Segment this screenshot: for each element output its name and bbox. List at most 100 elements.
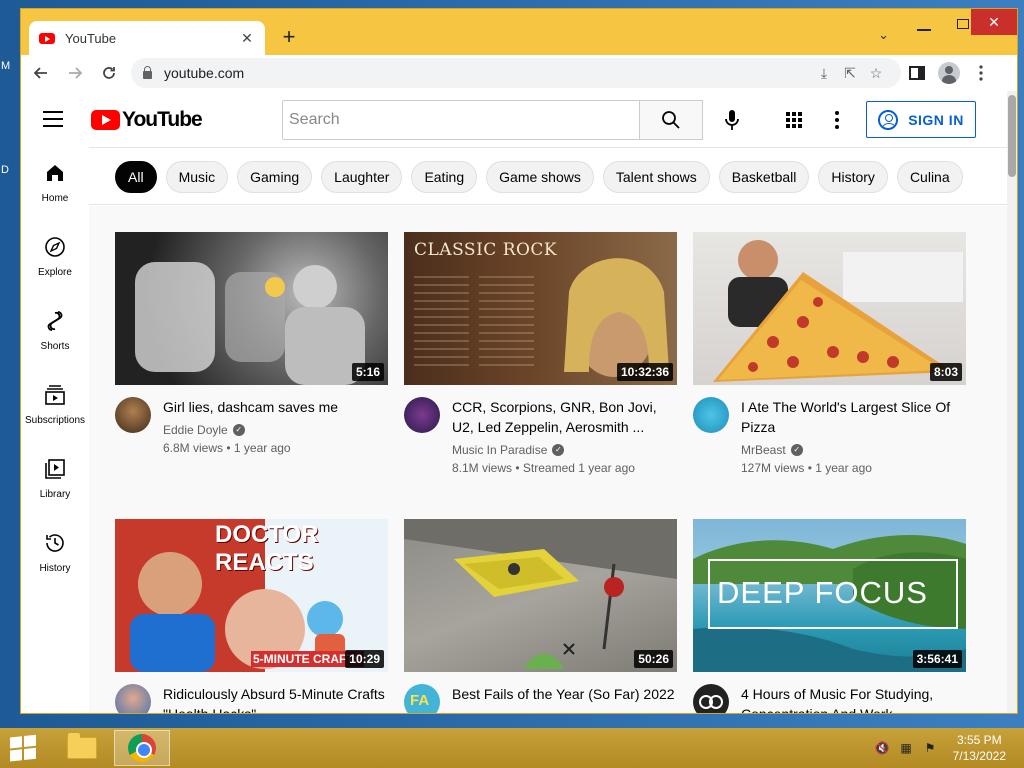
back-button[interactable]: [27, 59, 55, 87]
bookmark-star-icon[interactable]: ☆: [863, 65, 889, 82]
video-title[interactable]: Best Fails of the Year (So Far) 2022: [452, 684, 677, 704]
desktop-icon-fragment: D: [1, 164, 9, 176]
sign-in-button[interactable]: SIGN IN: [866, 101, 976, 138]
video-thumbnail[interactable]: 8:03: [693, 232, 966, 385]
video-card[interactable]: 8:03 I Ate The World's Largest Slice Of …: [693, 232, 966, 475]
video-grid: 5:16 Girl lies, dashcam saves me Eddie D…: [89, 206, 1007, 713]
reload-button[interactable]: [95, 59, 123, 87]
chip-culinary[interactable]: Culina: [896, 161, 963, 193]
video-card[interactable]: CLASSIC ROCK 10:32:36 CCR, Scorpions, GN…: [404, 232, 677, 475]
channel-avatar[interactable]: [115, 684, 151, 713]
video-thumbnail[interactable]: 5:16: [115, 232, 388, 385]
back-arrow-icon: [33, 67, 47, 79]
chip-game-shows[interactable]: Game shows: [486, 161, 594, 193]
install-app-icon[interactable]: ⤓: [811, 65, 837, 82]
chrome-taskbar-button[interactable]: [114, 730, 170, 766]
channel-logo-icon: [699, 695, 723, 709]
voice-search-button[interactable]: [715, 103, 749, 137]
video-title[interactable]: 4 Hours of Music For Studying, Concentra…: [741, 684, 966, 713]
clock-date: 7/13/2022: [952, 749, 1006, 763]
maximize-button[interactable]: [957, 19, 969, 29]
video-thumbnail[interactable]: CLASSIC ROCK 10:32:36: [404, 232, 677, 385]
tab-youtube[interactable]: YouTube ✕: [29, 21, 265, 55]
share-icon[interactable]: ⇱: [837, 65, 863, 82]
channel-avatar[interactable]: [693, 397, 729, 433]
page-scrollbar[interactable]: [1007, 91, 1017, 713]
sidebar-item-explore[interactable]: Explore: [21, 221, 89, 295]
action-center-flag-icon[interactable]: ⚑: [922, 741, 938, 755]
volume-muted-icon[interactable]: 🔇: [874, 741, 890, 755]
filter-chip-bar: All Music Gaming Laughter Eating Game shows Ta…: [89, 147, 1007, 205]
video-card[interactable]: 50:26 FA Best Fails of the Year (So Far)…: [404, 519, 677, 713]
video-stats: 127M views • 1 year ago: [741, 461, 872, 475]
taskbar-clock[interactable]: 3:55 PM 7/13/2022: [953, 732, 1006, 764]
chrome-menu-button[interactable]: [965, 59, 997, 87]
youtube-apps-button[interactable]: [777, 103, 811, 137]
network-icon[interactable]: ▦: [898, 741, 914, 755]
chip-history[interactable]: History: [818, 161, 888, 193]
settings-menu-button[interactable]: [827, 103, 847, 137]
channel-name[interactable]: Eddie Doyle: [163, 423, 228, 437]
video-card[interactable]: DEEP FOCUS 3:56:41 4 Hours of Music For …: [693, 519, 966, 713]
video-stats: 8.1M views • Streamed 1 year ago: [452, 461, 635, 475]
file-explorer-taskbar-button[interactable]: [54, 730, 110, 766]
chip-music[interactable]: Music: [165, 161, 229, 193]
windows-taskbar: 🔇 ▦ ⚑ 3:55 PM 7/13/2022: [0, 728, 1024, 768]
chip-eating[interactable]: Eating: [411, 161, 478, 193]
video-title[interactable]: Ridiculously Absurd 5-Minute Crafts "Hea…: [163, 684, 388, 713]
video-thumbnail[interactable]: DOCTOR REACTS 5-MINUTE CRAFTS 10:29: [115, 519, 388, 672]
guide-menu-button[interactable]: [43, 111, 63, 127]
channel-avatar[interactable]: FA: [404, 684, 440, 713]
chip-all[interactable]: All: [115, 161, 157, 193]
clock-time: 3:55 PM: [956, 733, 1002, 747]
compass-icon: [43, 235, 67, 259]
microphone-icon: [725, 110, 739, 130]
side-panel-button[interactable]: [901, 59, 933, 87]
youtube-play-icon: [91, 110, 120, 130]
channel-name[interactable]: MrBeast: [741, 443, 786, 457]
scrollbar-thumb[interactable]: [1008, 95, 1016, 177]
video-duration: 50:26: [634, 650, 673, 668]
video-card[interactable]: 5:16 Girl lies, dashcam saves me Eddie D…: [115, 232, 388, 455]
video-card[interactable]: DOCTOR REACTS 5-MINUTE CRAFTS 10:29 Ridi…: [115, 519, 388, 713]
sidebar-label: Explore: [38, 267, 72, 278]
video-title[interactable]: I Ate The World's Largest Slice Of Pizza: [741, 397, 966, 437]
youtube-logo[interactable]: YouTube: [91, 108, 203, 132]
minimize-button[interactable]: [917, 29, 931, 31]
history-icon: [43, 531, 67, 555]
chip-talent-shows[interactable]: Talent shows: [602, 161, 710, 193]
search-button[interactable]: [639, 100, 703, 140]
address-bar[interactable]: youtube.com ⤓ ⇱ ☆: [131, 58, 901, 88]
sidebar-item-subscriptions[interactable]: Subscriptions: [21, 369, 89, 443]
verified-check-icon: ✓: [552, 444, 565, 456]
video-title[interactable]: CCR, Scorpions, GNR, Bon Jovi, U2, Led Z…: [452, 397, 677, 437]
channel-avatar[interactable]: [693, 684, 729, 713]
tab-close-icon[interactable]: ✕: [239, 30, 255, 47]
forward-button[interactable]: [61, 59, 89, 87]
reload-icon: [103, 67, 115, 79]
sidebar-item-home[interactable]: Home: [21, 147, 89, 221]
search-input[interactable]: Search: [282, 100, 640, 140]
channel-name[interactable]: Music In Paradise: [452, 443, 547, 457]
channel-avatar[interactable]: [404, 397, 440, 433]
sidebar-item-shorts[interactable]: Shorts: [21, 295, 89, 369]
subscriptions-icon: [43, 383, 67, 407]
tab-search-chevron-icon[interactable]: ⌄: [878, 27, 889, 43]
chip-gaming[interactable]: Gaming: [237, 161, 313, 193]
chip-laughter[interactable]: Laughter: [321, 161, 403, 193]
profile-button[interactable]: [933, 59, 965, 87]
video-title[interactable]: Girl lies, dashcam saves me: [163, 397, 388, 417]
new-tab-button[interactable]: +: [277, 26, 301, 48]
tab-strip: YouTube ✕ + ⌄ ✕: [21, 9, 1017, 55]
channel-avatar[interactable]: [115, 397, 151, 433]
video-thumbnail[interactable]: DEEP FOCUS 3:56:41: [693, 519, 966, 672]
video-thumbnail[interactable]: 50:26: [404, 519, 677, 672]
sidebar-label: Shorts: [40, 341, 70, 352]
chip-basketball[interactable]: Basketball: [718, 161, 810, 193]
close-window-button[interactable]: ✕: [971, 9, 1017, 35]
sidebar-item-history[interactable]: History: [21, 517, 89, 591]
browser-toolbar: youtube.com ⤓ ⇱ ☆: [21, 55, 1017, 91]
start-button[interactable]: [10, 734, 38, 762]
sidebar-item-library[interactable]: Library: [21, 443, 89, 517]
lock-icon[interactable]: [143, 66, 152, 79]
